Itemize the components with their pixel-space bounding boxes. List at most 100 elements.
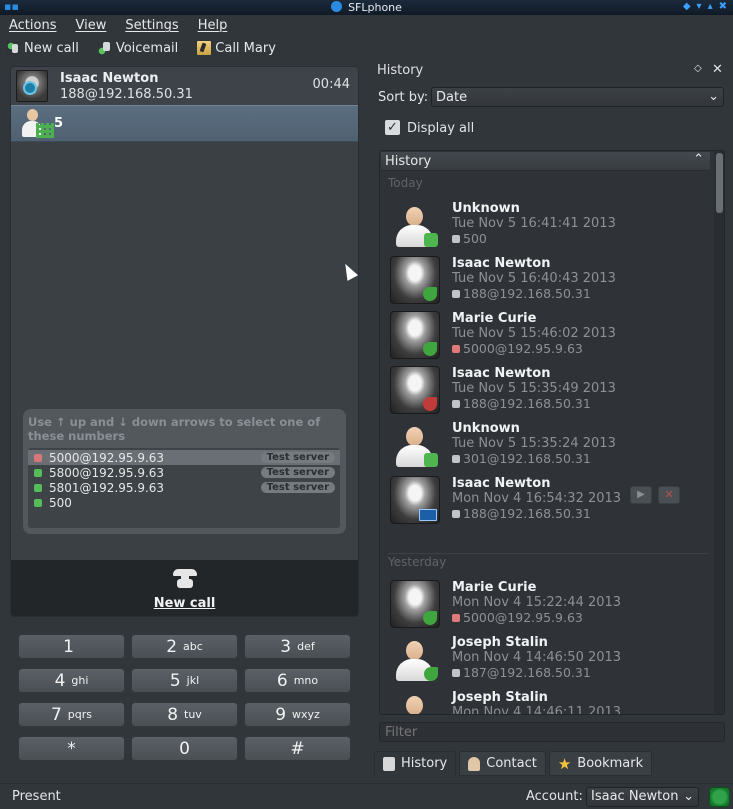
phone-icon (452, 289, 460, 298)
account-label: Account: (526, 789, 583, 804)
voicemail-tool-button[interactable]: Voicemail (97, 41, 178, 56)
history-tab-icon (383, 756, 395, 771)
menu-settings[interactable]: Settings (125, 18, 178, 33)
new-call-label: New call (153, 596, 216, 611)
minimize-icon[interactable]: ▾ (697, 1, 702, 13)
dialpad-key-7[interactable]: 7 pqrs (18, 702, 125, 727)
phone-icon (452, 399, 460, 408)
history-item[interactable]: Marie Curie Tue Nov 5 15:46:02 2013 5000… (388, 307, 709, 362)
history-group-today: Today (388, 176, 423, 190)
close-window-icon[interactable]: ✖ (719, 1, 727, 13)
new-call-button[interactable]: New call (11, 560, 358, 616)
collapse-chevron-icon[interactable]: ⌃ (693, 152, 704, 167)
history-item[interactable]: Isaac Newton Tue Nov 5 15:35:49 2013 188… (388, 362, 709, 417)
dialpad-key-9[interactable]: 9 wxyz (244, 702, 351, 727)
play-recording-button[interactable]: ▶ (630, 486, 652, 504)
suggestion-item[interactable]: 5800@192.95.9.63 Test server (28, 465, 340, 480)
contact-photo (390, 366, 440, 414)
window-titlebar: ▪▪ SFLphone ◆ ▾ ▴ ✖ (0, 0, 733, 15)
suggestion-item[interactable]: 5000@192.95.9.63 Test server (28, 450, 340, 465)
dialing-call-row[interactable]: 5 (11, 105, 358, 142)
suggestion-item[interactable]: 500 (28, 495, 340, 510)
scrollbar-thumb[interactable] (716, 153, 723, 213)
history-filter-input[interactable] (379, 722, 725, 742)
phone-icon (452, 344, 460, 353)
tab-contact[interactable]: Contact (459, 751, 546, 776)
outgoing-call-icon (423, 287, 437, 301)
phone-icon (34, 483, 42, 492)
suggestion-item[interactable]: 5801@192.95.9.63 Test server (28, 480, 340, 495)
incoming-call-icon (424, 233, 438, 247)
incoming-call-icon (424, 453, 438, 467)
dock-tab-bar: History Contact ★ Bookmark (374, 751, 653, 777)
phone-icon (452, 234, 460, 243)
toolbar: New call Voicemail Call Mary (0, 37, 733, 59)
history-list-header[interactable]: History ⌃ (381, 152, 710, 171)
dialpad-key-hash[interactable]: # (244, 736, 351, 761)
contact-photo (390, 256, 440, 304)
tab-history[interactable]: History (374, 751, 457, 776)
phone-icon (34, 453, 42, 462)
history-item[interactable]: Isaac Newton Mon Nov 4 16:54:32 2013 188… (388, 472, 709, 527)
call-status-icon (23, 81, 37, 95)
generic-avatar (390, 421, 440, 469)
tab-bookmark[interactable]: ★ Bookmark (548, 751, 653, 776)
window-title: SFLphone (0, 0, 733, 15)
menu-help[interactable]: Help (198, 18, 228, 33)
contact-photo (390, 311, 440, 359)
active-call-row[interactable]: Isaac Newton 188@192.168.50.31 00:44 (11, 67, 358, 105)
history-item[interactable]: Joseph Stalin Mon Nov 4 14:46:50 2013 18… (388, 631, 709, 686)
dialpad-key-4[interactable]: 4 ghi (18, 668, 125, 693)
history-item[interactable]: Joseph Stalin Mon Nov 4 14:46:11 2013 (388, 686, 709, 714)
chevron-down-icon: ⌄ (708, 89, 719, 104)
new-call-tool-button[interactable]: New call (6, 41, 79, 56)
history-item[interactable]: Unknown Tue Nov 5 16:41:41 2013 500 (388, 197, 709, 252)
dialpad-key-6[interactable]: 6 mno (244, 668, 351, 693)
dialpad-key-1[interactable]: 1 (18, 634, 125, 659)
close-dock-icon[interactable]: ✕ (712, 62, 723, 77)
handset-icon (173, 569, 197, 589)
outgoing-call-icon (424, 667, 438, 681)
new-call-icon (6, 41, 20, 55)
account-tag: Test server (260, 467, 335, 478)
history-list: History ⌃ Today Unknown Tue Nov 5 16:41:… (379, 150, 725, 715)
dialpad-key-8[interactable]: 8 tuv (131, 702, 238, 727)
history-scrollbar[interactable] (714, 151, 724, 714)
sflphone-icon (331, 1, 343, 12)
history-item[interactable]: Marie Curie Mon Nov 4 15:22:44 2013 5000… (388, 576, 709, 631)
dialpad-key-5[interactable]: 5 jkl (131, 668, 238, 693)
account-registered-icon[interactable] (709, 787, 730, 807)
float-dock-icon[interactable]: ◇ (694, 63, 702, 74)
history-item[interactable]: Isaac Newton Tue Nov 5 16:40:43 2013 188… (388, 252, 709, 307)
menu-actions[interactable]: Actions (9, 18, 57, 33)
call-duration: 00:44 (312, 77, 350, 92)
voicemail-icon (419, 509, 437, 521)
history-group-yesterday: Yesterday (388, 555, 447, 569)
dialpad-key-3[interactable]: 3 def (244, 634, 351, 659)
suggestion-hint: Use ↑ up and ↓ down arrows to select one… (28, 415, 321, 443)
sort-by-select[interactable]: Date ⌄ (431, 87, 724, 107)
dialpad-key-2[interactable]: 2 abc (131, 634, 238, 659)
voicemail-icon (97, 41, 112, 55)
dialpad-key-star[interactable]: * (18, 736, 125, 761)
missed-call-icon (423, 397, 437, 411)
call-mary-tool-button[interactable]: Call Mary (197, 41, 276, 56)
account-tag: Test server (260, 482, 335, 493)
delete-recording-button[interactable]: ✕ (658, 486, 680, 504)
keep-above-icon[interactable]: ◆ (683, 1, 691, 13)
contact-photo (390, 476, 440, 524)
dialpad-key-0[interactable]: 0 (131, 736, 238, 761)
menu-view[interactable]: View (76, 18, 107, 33)
group-separator (388, 553, 709, 554)
dialed-digits: 5 (54, 116, 64, 131)
presence-status[interactable]: Present (12, 789, 61, 804)
history-item[interactable]: Unknown Tue Nov 5 15:35:24 2013 301@192.… (388, 417, 709, 472)
account-select[interactable]: Isaac Newton ⌄ (586, 787, 699, 807)
display-all-checkbox[interactable]: ✓ (385, 120, 400, 135)
display-all-label[interactable]: Display all (407, 121, 474, 136)
generic-avatar (390, 635, 440, 683)
phone-icon (452, 613, 460, 622)
status-bar: Present Account: Isaac Newton ⌄ (0, 783, 733, 809)
number-suggestion-popup: Use ↑ up and ↓ down arrows to select one… (23, 409, 346, 534)
maximize-icon[interactable]: ▴ (708, 1, 713, 13)
